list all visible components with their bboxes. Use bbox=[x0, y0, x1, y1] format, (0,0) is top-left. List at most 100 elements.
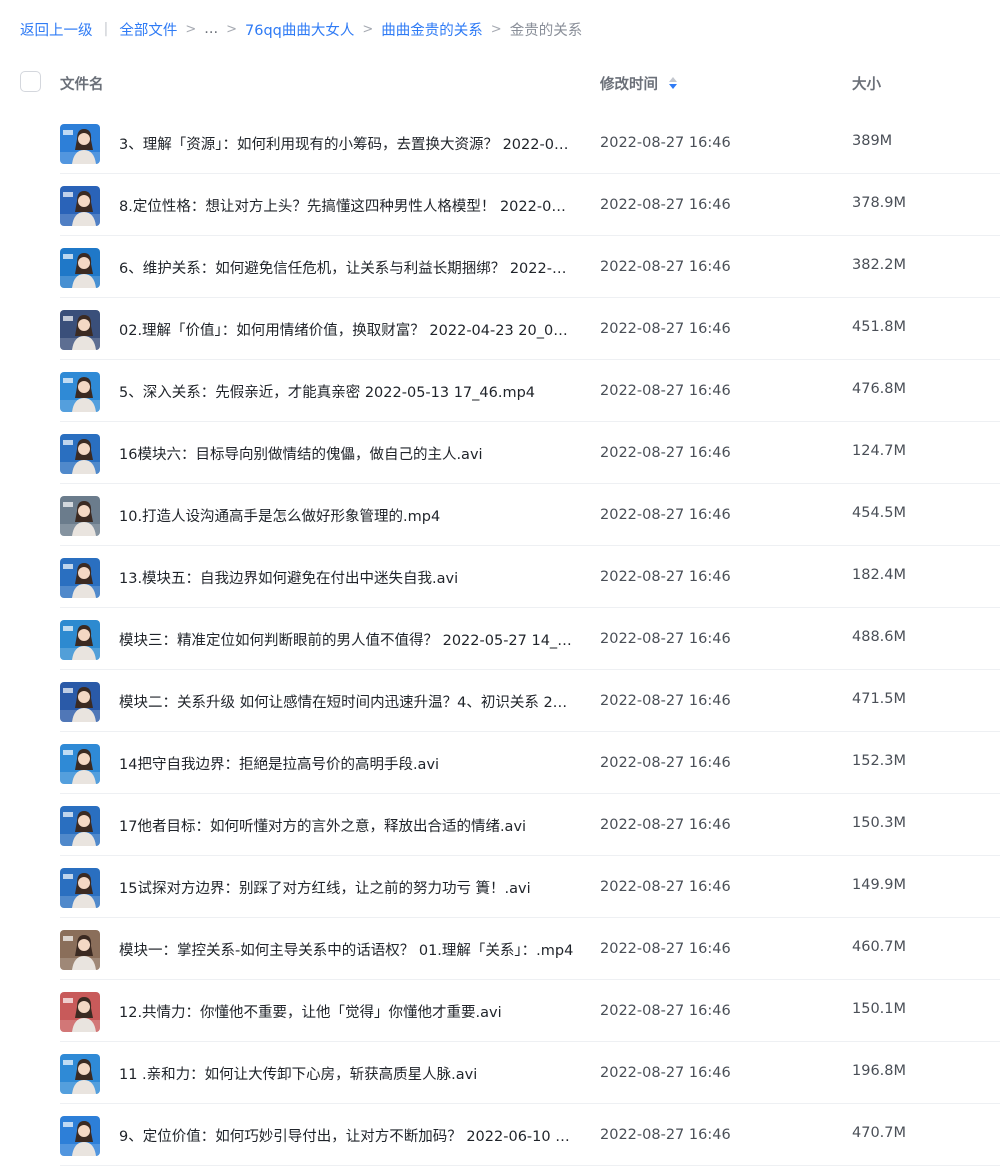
file-name[interactable]: 11 .亲和力：如何让大传卸下心房，斩获高质星人脉.avi bbox=[119, 1063, 574, 1084]
chevron-right-icon: > bbox=[490, 21, 502, 37]
file-name[interactable]: 02.理解「价值」：如何用情绪价值，换取财富？ 2022-04-23 20_00… bbox=[119, 319, 574, 340]
file-name[interactable]: 13.模块五：自我边界如何避免在付出中迷失自我.avi bbox=[119, 567, 574, 588]
table-row[interactable]: 13.模块五：自我边界如何避免在付出中迷失自我.avi 2022-08-27 16… bbox=[0, 546, 1000, 608]
file-name[interactable]: 5、深入关系：先假亲近，才能真亲密 2022-05-13 17_46.mp4 bbox=[119, 381, 574, 402]
table-row[interactable]: 02.理解「价值」：如何用情绪价值，换取财富？ 2022-04-23 20_00… bbox=[0, 298, 1000, 360]
table-row[interactable]: 17他者目标：如何听懂对方的言外之意，释放出合适的情绪.avi 2022-08-2… bbox=[0, 794, 1000, 856]
video-thumbnail[interactable] bbox=[60, 930, 100, 970]
file-modified-time: 2022-08-27 16:46 bbox=[600, 1065, 731, 1081]
table-row[interactable]: 12.共情力：你懂他不重要，让他「觉得」你懂他才重要.avi 2022-08-27… bbox=[0, 980, 1000, 1042]
file-modified-time: 2022-08-27 16:46 bbox=[600, 693, 731, 709]
column-header-name[interactable]: 文件名 bbox=[60, 73, 104, 94]
file-size: 454.5M bbox=[852, 505, 907, 521]
table-row[interactable]: 11 .亲和力：如何让大传卸下心房，斩获高质星人脉.avi 2022-08-27 … bbox=[0, 1042, 1000, 1104]
chevron-right-icon: > bbox=[185, 21, 197, 37]
file-size: 182.4M bbox=[852, 567, 907, 583]
file-size: 460.7M bbox=[852, 939, 907, 955]
table-row[interactable]: 10.打造人设沟通高手是怎么做好形象管理的.mp4 2022-08-27 16:4… bbox=[0, 484, 1000, 546]
back-link[interactable]: 返回上一级 bbox=[20, 19, 93, 40]
column-header-time[interactable]: 修改时间 bbox=[600, 73, 678, 94]
file-list-header: 文件名 修改时间 大小 bbox=[0, 56, 1000, 108]
video-thumbnail[interactable] bbox=[60, 620, 100, 660]
video-thumbnail[interactable] bbox=[60, 310, 100, 350]
table-row[interactable]: 5、深入关系：先假亲近，才能真亲密 2022-05-13 17_46.mp4 20… bbox=[0, 360, 1000, 422]
file-modified-time: 2022-08-27 16:46 bbox=[600, 135, 731, 151]
file-name[interactable]: 16模块六：目标导向别做情结的傀儡，做自己的主人.avi bbox=[119, 443, 574, 464]
file-modified-time: 2022-08-27 16:46 bbox=[600, 383, 731, 399]
table-row[interactable]: 6、维护关系：如何避免信任危机，让关系与利益长期捆绑？ 2022-05-13 2… bbox=[0, 236, 1000, 298]
file-size: 451.8M bbox=[852, 319, 907, 335]
table-row[interactable]: 8.定位性格：想让对方上头？先搞懂这四种男性人格模型！ 2022-05- 20 2… bbox=[0, 174, 1000, 236]
file-modified-time: 2022-08-27 16:46 bbox=[600, 321, 731, 337]
file-size: 389M bbox=[852, 133, 893, 149]
file-name[interactable]: 15试探对方边界：别踩了对方红线，让之前的努力功亏 簣！.avi bbox=[119, 877, 574, 898]
video-thumbnail[interactable] bbox=[60, 682, 100, 722]
file-name[interactable]: 8.定位性格：想让对方上头？先搞懂这四种男性人格模型！ 2022-05-20 2… bbox=[119, 195, 574, 216]
video-thumbnail[interactable] bbox=[60, 1116, 100, 1156]
file-size: 476.8M bbox=[852, 381, 907, 397]
file-size: 152.3M bbox=[852, 753, 907, 769]
file-modified-time: 2022-08-27 16:46 bbox=[600, 259, 731, 275]
chevron-right-icon: > bbox=[226, 21, 238, 37]
select-all-checkbox[interactable] bbox=[20, 71, 41, 92]
file-name[interactable]: 6、维护关系：如何避免信任危机，让关系与利益长期捆绑？ 2022-05-13 2… bbox=[119, 257, 574, 278]
breadcrumb: 返回上一级 | 全部文件 > ... > 76qq曲曲大女人 > 曲曲金贵的关系… bbox=[20, 17, 582, 41]
file-size: 196.8M bbox=[852, 1063, 907, 1079]
video-thumbnail[interactable] bbox=[60, 496, 100, 536]
video-thumbnail[interactable] bbox=[60, 434, 100, 474]
file-modified-time: 2022-08-27 16:46 bbox=[600, 197, 731, 213]
file-name[interactable]: 模块一：掌控关系-如何主导关系中的话语权？ 01.理解「关系」：.mp4 bbox=[119, 939, 574, 960]
file-name[interactable]: 3、理解「资源」：如何利用现有的小筹码，去置换大资源？ 2022-05-06 2… bbox=[119, 133, 574, 154]
file-name[interactable]: 10.打造人设沟通高手是怎么做好形象管理的.mp4 bbox=[119, 505, 574, 526]
video-thumbnail[interactable] bbox=[60, 868, 100, 908]
file-modified-time: 2022-08-27 16:46 bbox=[600, 879, 731, 895]
video-thumbnail[interactable] bbox=[60, 744, 100, 784]
file-name[interactable]: 12.共情力：你懂他不重要，让他「觉得」你懂他才重要.avi bbox=[119, 1001, 574, 1022]
column-header-size[interactable]: 大小 bbox=[852, 73, 881, 94]
video-thumbnail[interactable] bbox=[60, 558, 100, 598]
breadcrumb-root[interactable]: 全部文件 bbox=[119, 19, 177, 40]
breadcrumb-current: 金贵的关系 bbox=[509, 22, 583, 39]
video-thumbnail[interactable] bbox=[60, 372, 100, 412]
table-row[interactable]: 模块三：精准定位如何判断眼前的男人值不值得？ 2022-05-27 14_00.… bbox=[0, 608, 1000, 670]
breadcrumb-level1[interactable]: 76qq曲曲大女人 bbox=[245, 19, 354, 40]
file-modified-time: 2022-08-27 16:46 bbox=[600, 507, 731, 523]
file-list: 3、理解「资源」：如何利用现有的小筹码，去置换大资源？ 2022-05-06 2… bbox=[0, 112, 1000, 1166]
video-thumbnail[interactable] bbox=[60, 248, 100, 288]
video-thumbnail[interactable] bbox=[60, 186, 100, 226]
file-size: 488.6M bbox=[852, 629, 907, 645]
file-size: 150.3M bbox=[852, 815, 907, 831]
video-thumbnail[interactable] bbox=[60, 992, 100, 1032]
video-thumbnail[interactable] bbox=[60, 806, 100, 846]
file-size: 382.2M bbox=[852, 257, 907, 273]
table-row[interactable]: 14把守自我边界：拒絕是拉高号价的高明手段.avi 2022-08-27 16:4… bbox=[0, 732, 1000, 794]
file-modified-time: 2022-08-27 16:46 bbox=[600, 631, 731, 647]
table-row[interactable]: 3、理解「资源」：如何利用现有的小筹码，去置换大资源？ 2022-05-06 2… bbox=[0, 112, 1000, 174]
video-thumbnail[interactable] bbox=[60, 1054, 100, 1094]
file-size: 471.5M bbox=[852, 691, 907, 707]
file-size: 149.9M bbox=[852, 877, 907, 893]
table-row[interactable]: 模块二：关系升级 如何让感情在短时间内迅速升温？4、初识关系 2022-05-1… bbox=[0, 670, 1000, 732]
breadcrumb-level2[interactable]: 曲曲金贵的关系 bbox=[381, 19, 483, 40]
table-row[interactable]: 16模块六：目标导向别做情结的傀儡，做自己的主人.avi 2022-08-27 1… bbox=[0, 422, 1000, 484]
breadcrumb-ellipsis[interactable]: ... bbox=[204, 21, 218, 37]
file-name[interactable]: 17他者目标：如何听懂对方的言外之意，释放出合适的情绪.avi bbox=[119, 815, 574, 836]
table-row[interactable]: 9、定位价值：如何巧妙引导付出，让对方不断加码？ 2022-06-10 20_0… bbox=[0, 1104, 1000, 1166]
file-name[interactable]: 14把守自我边界：拒絕是拉高号价的高明手段.avi bbox=[119, 753, 574, 774]
file-modified-time: 2022-08-27 16:46 bbox=[600, 1003, 731, 1019]
file-size: 378.9M bbox=[852, 195, 907, 211]
column-header-time-label: 修改时间 bbox=[600, 77, 658, 93]
breadcrumb-divider: | bbox=[103, 21, 109, 37]
file-name[interactable]: 模块二：关系升级 如何让感情在短时间内迅速升温？4、初识关系 2022-05-1… bbox=[119, 691, 574, 712]
file-modified-time: 2022-08-27 16:46 bbox=[600, 755, 731, 771]
file-size: 124.7M bbox=[852, 443, 907, 459]
chevron-right-icon: > bbox=[362, 21, 374, 37]
sort-icon[interactable] bbox=[668, 76, 678, 91]
file-name[interactable]: 模块三：精准定位如何判断眼前的男人值不值得？ 2022-05-27 14_00.… bbox=[119, 629, 574, 650]
video-thumbnail[interactable] bbox=[60, 124, 100, 164]
table-row[interactable]: 模块一：掌控关系-如何主导关系中的话语权？ 01.理解「关系」：.mp4 2022… bbox=[0, 918, 1000, 980]
table-row[interactable]: 15试探对方边界：别踩了对方红线，让之前的努力功亏 簣！.avi 2022-08-… bbox=[0, 856, 1000, 918]
file-modified-time: 2022-08-27 16:46 bbox=[600, 817, 731, 833]
file-modified-time: 2022-08-27 16:46 bbox=[600, 569, 731, 585]
file-name[interactable]: 9、定位价值：如何巧妙引导付出，让对方不断加码？ 2022-06-10 20_0… bbox=[119, 1125, 574, 1146]
